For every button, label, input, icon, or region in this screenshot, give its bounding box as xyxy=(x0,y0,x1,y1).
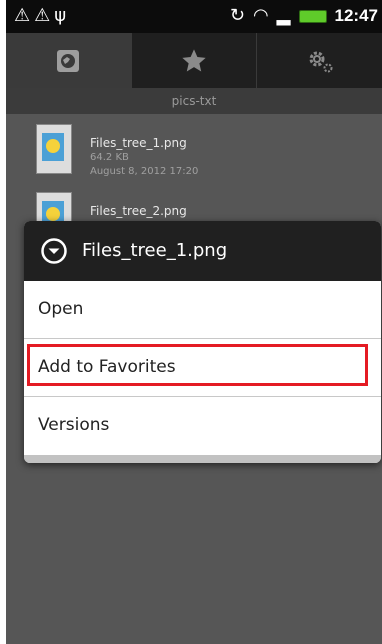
signal-icon: ▂ xyxy=(276,5,291,26)
file-name: Files_tree_2.png xyxy=(90,204,187,218)
menu-item-open[interactable]: Open xyxy=(24,281,381,339)
file-size: 64.2 KB xyxy=(90,152,129,163)
dialog-header: Files_tree_1.png xyxy=(24,221,381,281)
star-icon xyxy=(182,48,206,71)
tab-browse[interactable] xyxy=(6,33,132,88)
battery-icon xyxy=(298,9,327,23)
dialog-footer xyxy=(24,455,381,463)
dialog-title: Files_tree_1.png xyxy=(82,240,228,261)
system-icons: ↻ ◠ ▂ 12:47 xyxy=(230,4,378,28)
menu-item-label: Open xyxy=(38,299,84,319)
list-item[interactable]: Files_tree_1.png 64.2 KB August 8, 2012 … xyxy=(6,114,382,182)
warning-icon: ⚠ xyxy=(34,5,51,26)
file-date: August 8, 2012 17:20 xyxy=(90,166,199,177)
menu-item-label: Versions xyxy=(38,415,110,435)
current-folder: pics-txt xyxy=(6,88,382,114)
highlight-box xyxy=(27,344,368,386)
image-file-icon xyxy=(36,124,72,174)
wifi-icon: ◠ xyxy=(252,5,269,26)
sync-icon: ↻ xyxy=(229,5,245,26)
gear-icon xyxy=(309,51,333,72)
notification-icons: ⚠ ⚠ ψ xyxy=(14,4,66,28)
menu-item-versions[interactable]: Versions xyxy=(24,397,381,455)
chevron-down-circle-icon xyxy=(41,238,67,264)
status-bar: ⚠ ⚠ ψ ↻ ◠ ▂ 12:47 xyxy=(6,0,382,33)
clock: 12:47 xyxy=(334,6,378,25)
tab-settings[interactable] xyxy=(257,33,382,88)
file-name: Files_tree_1.png xyxy=(90,136,187,150)
tab-bar xyxy=(6,33,382,88)
usb-icon: ψ xyxy=(54,5,67,26)
context-menu-dialog: Files_tree_1.png Open Add to Favorites V… xyxy=(24,221,381,463)
warning-icon: ⚠ xyxy=(14,5,31,26)
app-screen: ⚠ ⚠ ψ ↻ ◠ ▂ 12:47 pics-txt Files_tree_1.… xyxy=(6,0,382,644)
globe-icon xyxy=(57,49,80,72)
tab-favorites[interactable] xyxy=(132,33,258,88)
